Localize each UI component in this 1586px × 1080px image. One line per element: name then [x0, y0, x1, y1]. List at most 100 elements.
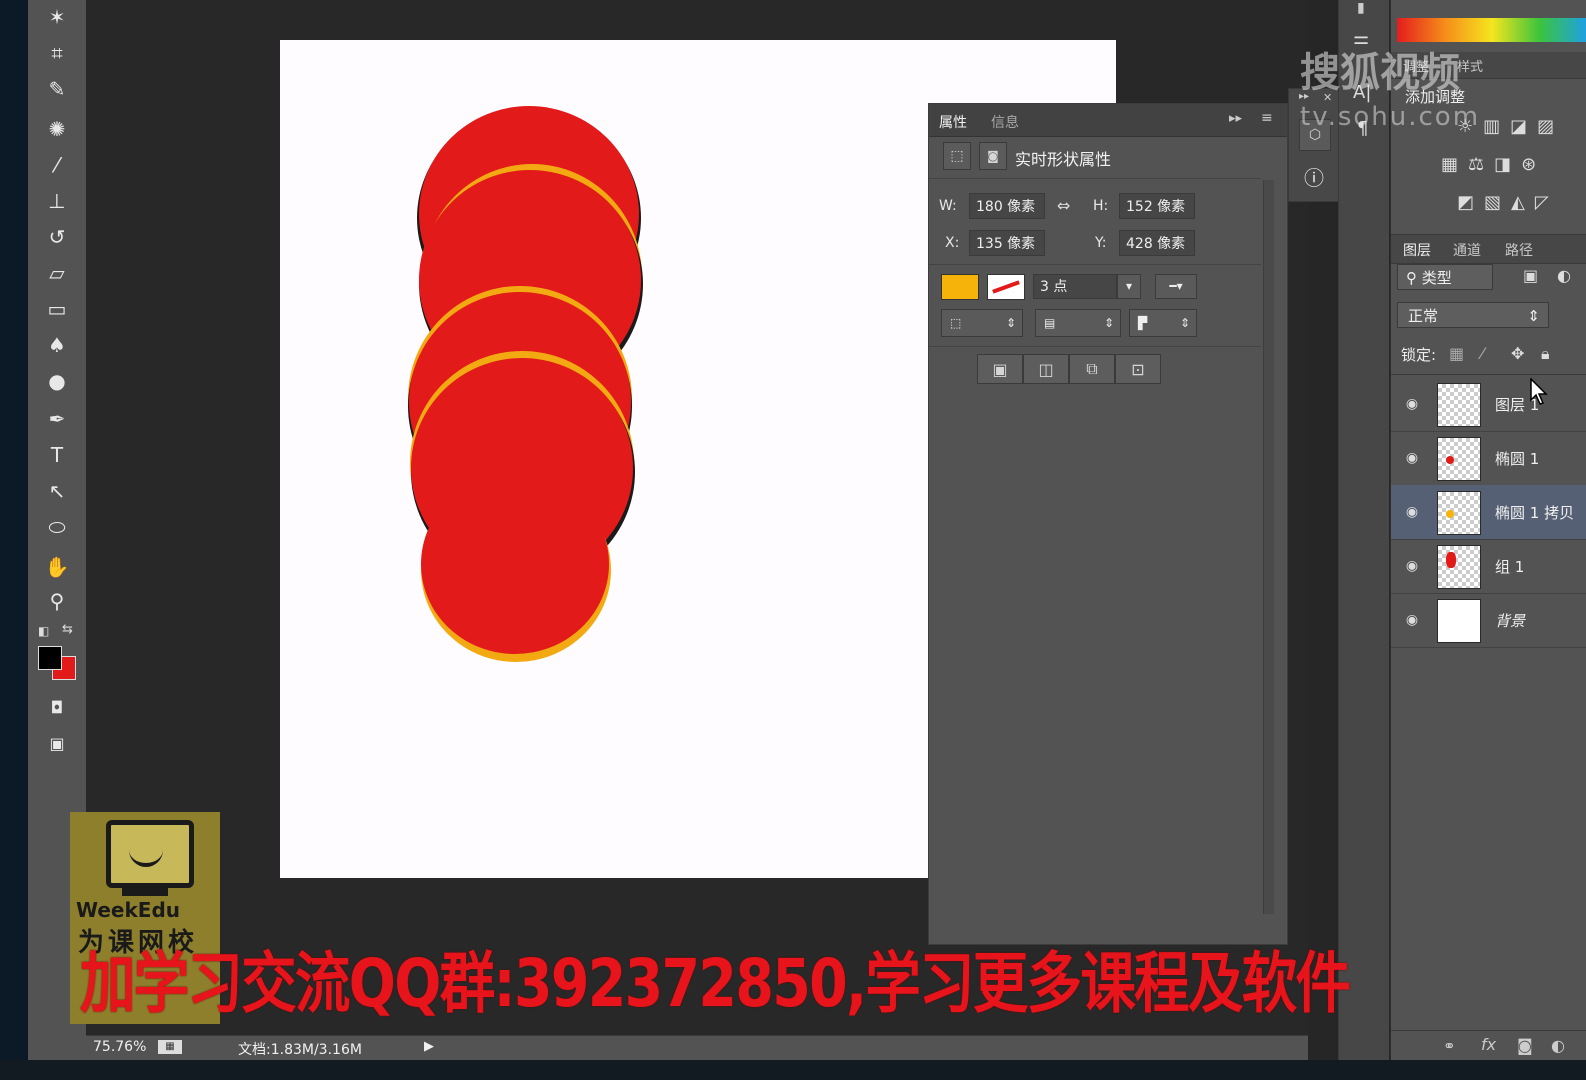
stroke-caps-dropdown[interactable]: ▤ ⇕: [1035, 309, 1121, 337]
blend-mode-dropdown[interactable]: 正常 ⇕: [1397, 302, 1549, 328]
layer-name: 背景: [1495, 612, 1526, 630]
y-field[interactable]: 428 像素: [1119, 230, 1195, 256]
lock-all-icon[interactable]: 🔒︎: [1541, 344, 1550, 364]
swap-colors-icon[interactable]: ⇆: [62, 622, 73, 637]
intersect-shape-button[interactable]: ⧉: [1069, 354, 1115, 384]
crop-tool[interactable]: ⌗: [38, 38, 76, 68]
layer-row[interactable]: ◉ 图层 1: [1391, 377, 1586, 432]
default-colors-icon[interactable]: ◧: [38, 624, 49, 638]
visibility-eye-icon[interactable]: ◉: [1403, 395, 1421, 413]
adjustment-filter-icon[interactable]: ◐: [1557, 266, 1571, 285]
eyedropper-tool[interactable]: ✎: [38, 74, 76, 104]
color-spectrum[interactable]: [1397, 18, 1586, 42]
panel-menu-icon[interactable]: ≡: [1261, 110, 1273, 126]
eraser-tool[interactable]: ▱: [38, 258, 76, 288]
visibility-eye-icon[interactable]: ◉: [1403, 557, 1421, 575]
foreground-color-swatch[interactable]: [38, 646, 62, 670]
x-label: X:: [945, 235, 960, 251]
clone-stamp-tool[interactable]: ⊥: [38, 186, 76, 216]
shape-properties-icon[interactable]: ⬚: [943, 142, 971, 170]
layer-row[interactable]: ◉ 组 1: [1391, 539, 1586, 594]
quick-mask-icon[interactable]: ◘: [38, 692, 76, 722]
y-label: Y:: [1095, 235, 1107, 251]
exclude-shape-button[interactable]: ⊡: [1115, 354, 1161, 384]
status-bar: 75.76% ▦ 文档:1.83M/3.16M ▶: [86, 1035, 1308, 1061]
tab-paths[interactable]: 路径: [1505, 240, 1533, 260]
sohu-watermark-url: tv.sohu.com: [1300, 102, 1481, 132]
type-tool[interactable]: T: [38, 440, 76, 470]
mask-properties-icon[interactable]: ◙: [979, 142, 1007, 170]
stroke-type-dropdown[interactable]: ━▾: [1155, 274, 1197, 299]
lock-transparent-icon[interactable]: ▦: [1449, 344, 1464, 363]
ellipse-shape-selected[interactable]: [421, 474, 609, 654]
tab-styles[interactable]: 样式: [1457, 56, 1483, 75]
adjustment-icons-row3[interactable]: ◩▧◭◸: [1457, 192, 1559, 213]
properties-scrollbar[interactable]: [1263, 180, 1274, 914]
gradient-tool[interactable]: ▭: [38, 294, 76, 324]
pen-tool[interactable]: ✒: [38, 404, 76, 434]
sohu-watermark: 搜狐视频: [1300, 50, 1460, 96]
history-brush-tool[interactable]: ↺: [38, 222, 76, 252]
link-icon[interactable]: ⇔: [1057, 196, 1070, 215]
subtract-shape-button[interactable]: ◫: [1023, 354, 1069, 384]
tab-properties[interactable]: 属性: [939, 112, 967, 132]
visibility-eye-icon[interactable]: ◉: [1403, 611, 1421, 629]
dock-icon[interactable]: ▮: [1357, 0, 1365, 16]
info-icon[interactable]: ⓘ: [1299, 161, 1329, 191]
lock-position-icon[interactable]: ✥: [1511, 344, 1524, 363]
stroke-width-dropdown[interactable]: ▾: [1117, 274, 1141, 299]
mouse-cursor-icon: [1530, 378, 1548, 405]
blur-tool[interactable]: ♠: [38, 330, 76, 360]
collapse-icon[interactable]: ▸▸: [1229, 111, 1242, 126]
zoom-tool[interactable]: ⚲: [38, 586, 76, 616]
new-adjustment-icon[interactable]: ◐: [1551, 1036, 1565, 1055]
stroke-align-dropdown[interactable]: ⬚ ⇕: [941, 309, 1023, 337]
search-icon: ⚲: [1406, 269, 1422, 287]
tab-layers[interactable]: 图层: [1403, 240, 1431, 260]
width-field[interactable]: 180 像素: [969, 193, 1045, 219]
lock-pixels-icon[interactable]: ⁄: [1481, 344, 1484, 363]
fx-icon[interactable]: fx: [1481, 1035, 1496, 1054]
visibility-eye-icon[interactable]: ◉: [1403, 503, 1421, 521]
visibility-eye-icon[interactable]: ◉: [1403, 449, 1421, 467]
document-size: 文档:1.83M/3.16M: [238, 1042, 362, 1058]
status-arrow-icon[interactable]: ▶: [424, 1039, 434, 1054]
dodge-tool[interactable]: ●: [38, 366, 76, 396]
magic-wand-tool[interactable]: ✶: [38, 2, 76, 32]
stroke-corners-dropdown[interactable]: ▛ ⇕: [1129, 309, 1197, 337]
layer-row-selected[interactable]: ◉ 椭圆 1 拷贝: [1391, 485, 1586, 540]
tab-info[interactable]: 信息: [991, 112, 1019, 132]
w-label: W:: [939, 198, 957, 214]
healing-brush-tool[interactable]: ✺: [38, 114, 76, 144]
stroke-width-field[interactable]: 3 点: [1033, 274, 1117, 299]
height-field[interactable]: 152 像素: [1119, 193, 1195, 219]
layer-filter-dropdown[interactable]: ⚲ 类型: [1397, 264, 1493, 290]
properties-panel: 属性 信息 ▸▸ ≡ ⬚ ◙ 实时形状属性 W: 180 像素 ⇔ H: 152…: [928, 103, 1288, 945]
screen-mode-icon[interactable]: ▣: [38, 728, 76, 758]
right-icon-dock: ▮ ⚌ A| ¶: [1338, 0, 1389, 1060]
adjustment-icons-row2[interactable]: ▦⚖◨⊛: [1441, 154, 1546, 175]
ellipse-tool[interactable]: ⬭: [38, 512, 76, 542]
brush-tool[interactable]: ⁄: [38, 150, 76, 180]
layer-name: 椭圆 1: [1495, 450, 1540, 468]
link-layers-icon[interactable]: ⚭: [1443, 1037, 1456, 1055]
layers-tabs: 图层 通道 路径: [1391, 234, 1586, 264]
stroke-color-swatch[interactable]: [987, 274, 1025, 300]
right-panels: 调整 样式 添加调整 ☼▥◪▨ ▦⚖◨⊛ ◩▧◭◸ 图层 通道 路径 ⚲ 类型 …: [1390, 0, 1586, 1060]
promo-banner: 加学习交流QQ群:392372850,学习更多课程及软件: [80, 945, 1351, 1022]
layer-row[interactable]: ◉ 椭圆 1: [1391, 431, 1586, 486]
image-filter-icon[interactable]: ▣: [1523, 266, 1538, 285]
add-mask-icon[interactable]: ◙: [1517, 1036, 1533, 1055]
combine-shapes-button[interactable]: ▣: [977, 354, 1023, 384]
x-field[interactable]: 135 像素: [969, 230, 1045, 256]
section-title: 实时形状属性: [1015, 150, 1112, 169]
fill-color-swatch[interactable]: [941, 274, 979, 300]
layers-list: ◉ 图层 1 ◉ 椭圆 1 ◉ 椭圆 1 拷贝 ◉ 组 1 ◉ 背景: [1391, 374, 1586, 648]
filter-label: 类型: [1421, 269, 1452, 287]
layer-row[interactable]: ◉ 背景: [1391, 593, 1586, 648]
zoom-level[interactable]: 75.76%: [93, 1039, 146, 1055]
hand-tool[interactable]: ✋: [38, 552, 76, 582]
path-selection-tool[interactable]: ↖: [38, 476, 76, 506]
tab-channels[interactable]: 通道: [1453, 240, 1481, 260]
divider: [929, 346, 1261, 347]
